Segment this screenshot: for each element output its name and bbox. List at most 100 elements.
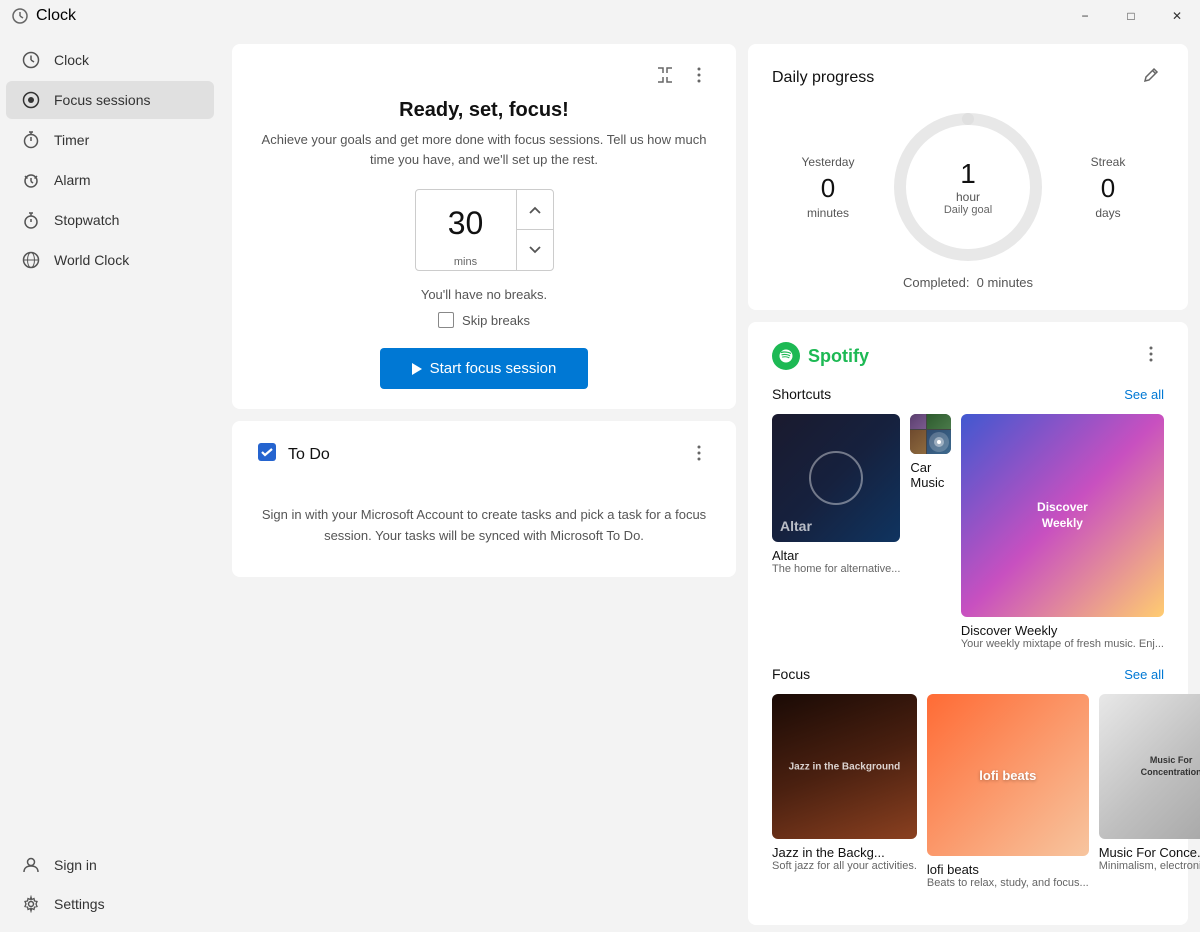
todo-more-button[interactable] bbox=[686, 442, 712, 469]
titlebar-left: Clock bbox=[12, 7, 76, 25]
sidebar-item-alarm[interactable]: Alarm bbox=[6, 161, 214, 199]
music-conc-thumb: Music ForConcentration bbox=[1099, 694, 1200, 839]
todo-card-header: To Do bbox=[256, 441, 712, 469]
discover-thumb-art: DiscoverWeekly bbox=[961, 414, 1164, 617]
skip-breaks-label: Skip breaks bbox=[462, 313, 530, 328]
spotify-brand-icon bbox=[778, 348, 794, 364]
minimize-button[interactable]: − bbox=[1062, 0, 1108, 32]
car-q1 bbox=[910, 414, 925, 429]
sidebar-focus-label: Focus sessions bbox=[54, 92, 150, 108]
playlist-item-car-music[interactable]: Car Music bbox=[910, 414, 950, 650]
car-music-thumb-art bbox=[910, 414, 950, 454]
altar-thumb: Altar bbox=[772, 414, 900, 542]
sidebar-item-stopwatch[interactable]: Stopwatch bbox=[6, 201, 214, 239]
sidebar-item-world-clock[interactable]: World Clock bbox=[6, 241, 214, 279]
sidebar-item-focus-sessions[interactable]: Focus sessions bbox=[6, 81, 214, 119]
start-btn-label: Start focus session bbox=[430, 360, 557, 377]
sidebar-settings-label: Settings bbox=[54, 896, 105, 912]
chevron-down-icon bbox=[529, 246, 541, 254]
sidebar-bottom: Sign in Settings bbox=[0, 845, 220, 924]
lofi-desc: Beats to relax, study, and focus... bbox=[927, 877, 1089, 889]
main-content: Ready, set, focus! Achieve your goals an… bbox=[220, 32, 1200, 932]
daily-goal-ring-label: Daily goal bbox=[944, 204, 992, 216]
signin-icon bbox=[22, 856, 40, 874]
focus-card-header bbox=[256, 64, 712, 91]
edit-goal-button[interactable] bbox=[1138, 64, 1164, 91]
shortcuts-label: Shortcuts bbox=[772, 386, 831, 402]
discover-weekly-desc: Your weekly mixtape of fresh music. Enj.… bbox=[961, 638, 1164, 650]
sidebar-signin-label: Sign in bbox=[54, 857, 97, 873]
titlebar-title: Clock bbox=[36, 7, 76, 25]
time-unit: mins bbox=[416, 256, 516, 268]
right-panel: Daily progress Yesterday 0 minutes bbox=[748, 44, 1188, 920]
clock-icon bbox=[22, 51, 40, 69]
titlebar-controls: − □ ✕ bbox=[1062, 0, 1200, 32]
todo-card: To Do Sign in with your Microsoft Accoun… bbox=[232, 421, 736, 577]
yesterday-unit: minutes bbox=[772, 206, 884, 220]
titlebar: Clock − □ ✕ bbox=[0, 0, 1200, 32]
sidebar-item-timer[interactable]: Timer bbox=[6, 121, 214, 159]
playlist-item-discover-weekly[interactable]: DiscoverWeekly Discover Weekly Your week… bbox=[961, 414, 1164, 650]
spotify-logo-icon bbox=[772, 342, 800, 370]
jazz-desc: Soft jazz for all your activities. bbox=[772, 860, 917, 872]
time-picker-box: 30 mins bbox=[415, 189, 554, 271]
playlist-item-jazz[interactable]: Jazz in the Background Jazz in the Backg… bbox=[772, 694, 917, 889]
yesterday-stat: Yesterday 0 minutes bbox=[772, 155, 884, 220]
discover-thumb-text: DiscoverWeekly bbox=[1029, 492, 1096, 539]
todo-body: Sign in with your Microsoft Account to c… bbox=[256, 485, 712, 557]
maximize-button[interactable]: □ bbox=[1108, 0, 1154, 32]
shortcuts-section-header: Shortcuts See all bbox=[772, 386, 1164, 402]
skip-breaks-container: Skip breaks bbox=[256, 312, 712, 328]
skip-breaks-checkbox[interactable] bbox=[438, 312, 454, 328]
settings-icon bbox=[22, 895, 40, 913]
time-display-container: 30 mins bbox=[416, 193, 516, 268]
time-decrement-button[interactable] bbox=[517, 230, 553, 270]
lofi-name: lofi beats bbox=[927, 862, 1089, 877]
completed-label: Completed: bbox=[903, 275, 969, 290]
lofi-thumb-art: lofi beats bbox=[927, 694, 1089, 856]
sidebar-alarm-label: Alarm bbox=[54, 172, 91, 188]
time-increment-button[interactable] bbox=[517, 190, 553, 230]
shortcuts-grid: Altar Altar The home for alternative... bbox=[772, 414, 1164, 650]
yesterday-label: Yesterday bbox=[772, 155, 884, 169]
altar-desc: The home for alternative... bbox=[772, 563, 900, 575]
playlist-item-altar[interactable]: Altar Altar The home for alternative... bbox=[772, 414, 900, 650]
daily-goal-ring-unit: hour bbox=[944, 190, 992, 204]
todo-title: To Do bbox=[288, 446, 330, 464]
focus-section-header: Focus See all bbox=[772, 666, 1164, 682]
see-all-shortcuts-button[interactable]: See all bbox=[1124, 387, 1164, 402]
sidebar-timer-label: Timer bbox=[54, 132, 89, 148]
daily-progress-header: Daily progress bbox=[772, 64, 1164, 91]
car-q3 bbox=[910, 430, 925, 454]
playlist-item-lofi[interactable]: lofi beats lofi beats Beats to relax, st… bbox=[927, 694, 1089, 889]
sidebar-item-clock[interactable]: Clock bbox=[6, 41, 214, 79]
focus-card: Ready, set, focus! Achieve your goals an… bbox=[232, 44, 736, 409]
spotify-more-icon bbox=[1142, 345, 1160, 363]
start-focus-button[interactable]: Start focus session bbox=[380, 348, 589, 389]
focus-icon bbox=[22, 91, 40, 109]
car-q4-icon bbox=[927, 430, 951, 454]
progress-ring-container: 1 hour Daily goal bbox=[884, 107, 1052, 267]
jazz-name: Jazz in the Backg... bbox=[772, 845, 917, 860]
spotify-logo: Spotify bbox=[772, 342, 869, 370]
playlist-item-music-concentration[interactable]: Music ForConcentration Music For Conce..… bbox=[1099, 694, 1200, 889]
lofi-thumb: lofi beats bbox=[927, 694, 1089, 856]
discover-weekly-thumb: DiscoverWeekly bbox=[961, 414, 1164, 617]
close-button[interactable]: ✕ bbox=[1154, 0, 1200, 32]
see-all-focus-button[interactable]: See all bbox=[1124, 667, 1164, 682]
chevron-up-icon bbox=[529, 206, 541, 214]
car-music-name: Car Music bbox=[910, 460, 950, 490]
alarm-icon bbox=[22, 171, 40, 189]
app-icon bbox=[12, 8, 28, 24]
more-options-button[interactable] bbox=[686, 64, 712, 91]
car-q4 bbox=[927, 430, 951, 454]
sidebar-item-settings[interactable]: Settings bbox=[6, 885, 214, 923]
music-conc-thumb-art: Music ForConcentration bbox=[1099, 694, 1200, 839]
sidebar-item-sign-in[interactable]: Sign in bbox=[6, 846, 214, 884]
jazz-thumb-text: Jazz in the Background bbox=[779, 760, 909, 773]
spotify-more-button[interactable] bbox=[1138, 343, 1164, 370]
left-panel: Ready, set, focus! Achieve your goals an… bbox=[232, 44, 736, 920]
expand-button[interactable] bbox=[652, 64, 678, 91]
car-q2 bbox=[927, 414, 951, 429]
time-controls bbox=[516, 190, 553, 270]
